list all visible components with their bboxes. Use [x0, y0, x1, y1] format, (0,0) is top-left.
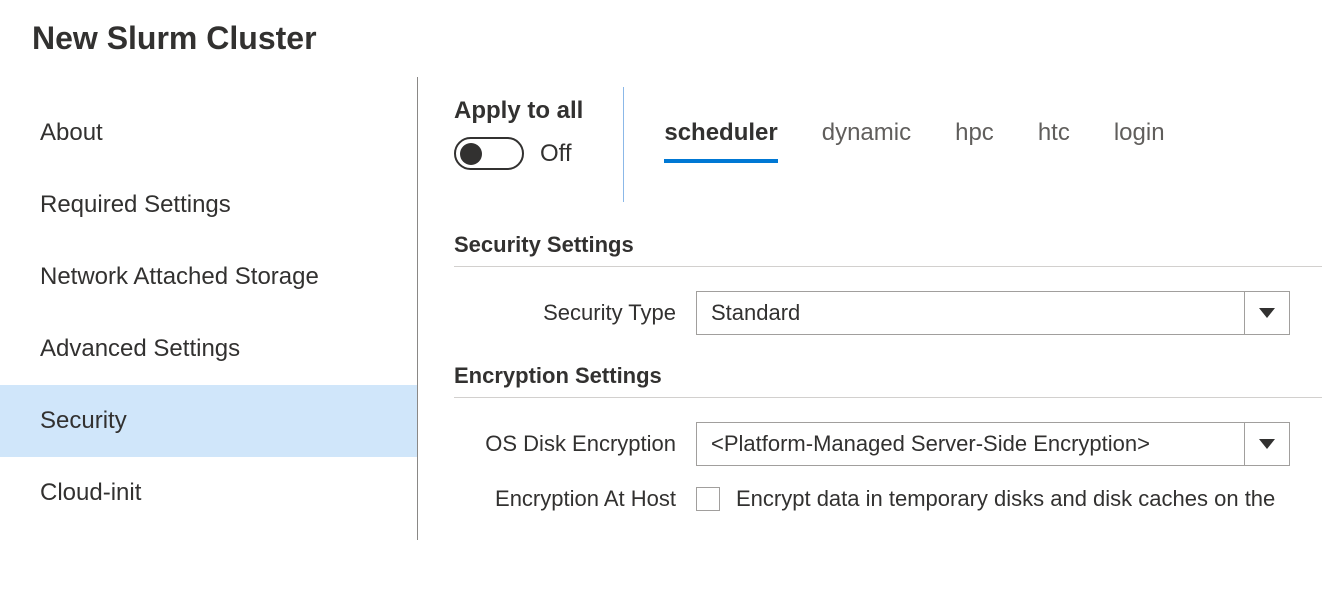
- encryption-at-host-checkbox-row: Encrypt data in temporary disks and disk…: [696, 486, 1275, 512]
- page-title: New Slurm Cluster: [0, 0, 1322, 57]
- content-wrapper: About Required Settings Network Attached…: [0, 77, 1322, 540]
- apply-all-toggle[interactable]: [454, 137, 524, 170]
- toggle-knob: [460, 143, 482, 165]
- security-type-select[interactable]: Standard: [696, 291, 1290, 335]
- tab-htc[interactable]: htc: [1038, 119, 1070, 161]
- encryption-at-host-row: Encryption At Host Encrypt data in tempo…: [454, 486, 1322, 512]
- apply-all-label: Apply to all: [454, 97, 583, 125]
- os-disk-encryption-row: OS Disk Encryption <Platform-Managed Ser…: [454, 422, 1322, 466]
- apply-all-section: Apply to all Off: [454, 97, 623, 170]
- encryption-settings-heading: Encryption Settings: [454, 363, 1322, 398]
- main-panel: Apply to all Off scheduler dynamic hpc h…: [418, 77, 1322, 540]
- sidebar-item-cloud-init[interactable]: Cloud-init: [0, 457, 417, 529]
- sidebar: About Required Settings Network Attached…: [0, 77, 418, 540]
- apply-all-toggle-row: Off: [454, 137, 583, 170]
- tab-scheduler[interactable]: scheduler: [664, 119, 777, 161]
- security-settings-heading: Security Settings: [454, 232, 1322, 267]
- chevron-down-icon: [1259, 308, 1275, 318]
- os-disk-encryption-select[interactable]: <Platform-Managed Server-Side Encryption…: [696, 422, 1290, 466]
- security-type-row: Security Type Standard: [454, 291, 1322, 335]
- security-type-caret[interactable]: [1244, 291, 1290, 335]
- tab-hpc[interactable]: hpc: [955, 119, 994, 161]
- sidebar-item-about[interactable]: About: [0, 97, 417, 169]
- tabs: scheduler dynamic hpc htc login: [664, 97, 1164, 161]
- encryption-at-host-description: Encrypt data in temporary disks and disk…: [736, 486, 1275, 512]
- tab-dynamic[interactable]: dynamic: [822, 119, 911, 161]
- apply-all-toggle-state: Off: [540, 140, 572, 168]
- security-type-value: Standard: [696, 291, 1244, 335]
- os-disk-encryption-caret[interactable]: [1244, 422, 1290, 466]
- encryption-at-host-label: Encryption At Host: [454, 486, 696, 512]
- security-settings-section: Security Settings Security Type Standard: [454, 232, 1322, 335]
- tab-login[interactable]: login: [1114, 119, 1165, 161]
- encryption-at-host-checkbox[interactable]: [696, 487, 720, 511]
- vertical-divider: [623, 87, 624, 202]
- security-type-label: Security Type: [454, 300, 696, 326]
- os-disk-encryption-value: <Platform-Managed Server-Side Encryption…: [696, 422, 1244, 466]
- sidebar-item-network-attached-storage[interactable]: Network Attached Storage: [0, 241, 417, 313]
- top-row: Apply to all Off scheduler dynamic hpc h…: [454, 77, 1322, 202]
- sidebar-item-security[interactable]: Security: [0, 385, 417, 457]
- chevron-down-icon: [1259, 439, 1275, 449]
- sidebar-item-advanced-settings[interactable]: Advanced Settings: [0, 313, 417, 385]
- os-disk-encryption-label: OS Disk Encryption: [454, 431, 696, 457]
- encryption-settings-section: Encryption Settings OS Disk Encryption <…: [454, 363, 1322, 512]
- sidebar-item-required-settings[interactable]: Required Settings: [0, 169, 417, 241]
